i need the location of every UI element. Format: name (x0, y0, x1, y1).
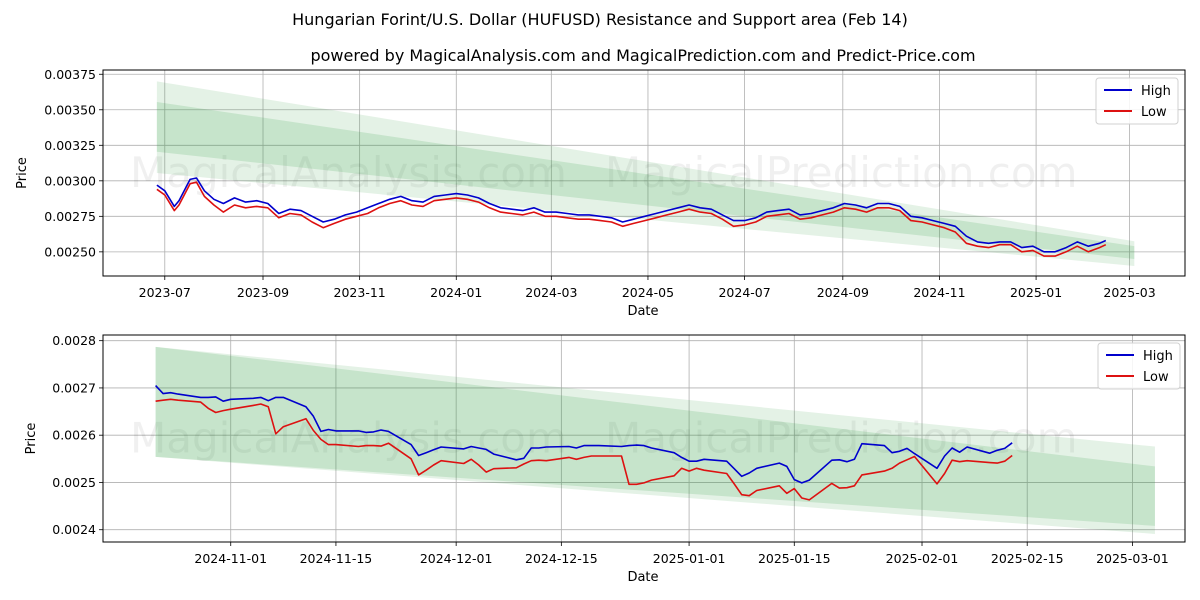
x-tick-label: 2024-12-01 (420, 551, 493, 566)
x-tick-label: 2024-09 (817, 285, 869, 300)
y-tick-label: 0.0025 (52, 475, 96, 490)
x-tick-label: 2024-11-15 (300, 551, 373, 566)
y-axis-label: Price (15, 157, 30, 189)
x-tick-label: 2024-05 (622, 285, 674, 300)
y-tick-label: 0.00350 (44, 102, 96, 117)
x-tick-label: 2025-01 (1010, 285, 1062, 300)
x-tick-label: 2024-07 (718, 285, 770, 300)
legend-label-low: Low (1141, 105, 1167, 120)
x-axis-label: Date (627, 570, 658, 585)
x-tick-label: 2025-03 (1103, 285, 1155, 300)
y-tick-label: 0.0024 (52, 522, 96, 537)
x-tick-label: 2025-02-01 (886, 551, 959, 566)
x-tick-label: 2024-11-01 (194, 551, 267, 566)
y-tick-label: 0.00300 (44, 173, 96, 188)
legend-label-high: High (1143, 349, 1173, 364)
x-tick-label: 2025-03-01 (1096, 551, 1169, 566)
x-tick-label: 2024-03 (525, 285, 577, 300)
y-tick-label: 0.00375 (44, 67, 96, 82)
y-tick-label: 0.0027 (52, 380, 96, 395)
x-tick-label: 2024-12-15 (525, 551, 598, 566)
legend-label-high: High (1141, 84, 1171, 99)
chart-panel-1: 2023-07 2023-09 2023-11 2024-01 2024-03 2024-… (15, 67, 1186, 319)
x-tick-label: 2023-07 (139, 285, 191, 300)
charts-canvas: 2023-07 2023-09 2023-11 2024-01 2024-03 2024-… (15, 67, 1186, 585)
chart-panel-2: 2024-11-01 2024-11-15 2024-12-01 2024-12-15… (24, 333, 1186, 585)
x-tick-label: 2023-11 (334, 285, 386, 300)
y-tick-label: 0.00275 (44, 209, 96, 224)
x-tick-label: 2024-11 (913, 285, 965, 300)
y-tick-label: 0.0026 (52, 428, 96, 443)
x-tick-label: 2024-01 (430, 285, 482, 300)
x-tick-label: 2025-01-15 (758, 551, 831, 566)
y-axis-label: Price (24, 423, 39, 455)
x-tick-label: 2025-01-01 (653, 551, 726, 566)
y-tick-label: 0.0028 (52, 333, 96, 348)
legend-label-low: Low (1143, 370, 1169, 385)
x-tick-label: 2023-09 (237, 285, 289, 300)
x-axis-label: Date (627, 304, 658, 319)
x-tick-label: 2025-02-15 (991, 551, 1064, 566)
y-tick-label: 0.00250 (44, 244, 96, 259)
y-tick-label: 0.00325 (44, 138, 96, 153)
